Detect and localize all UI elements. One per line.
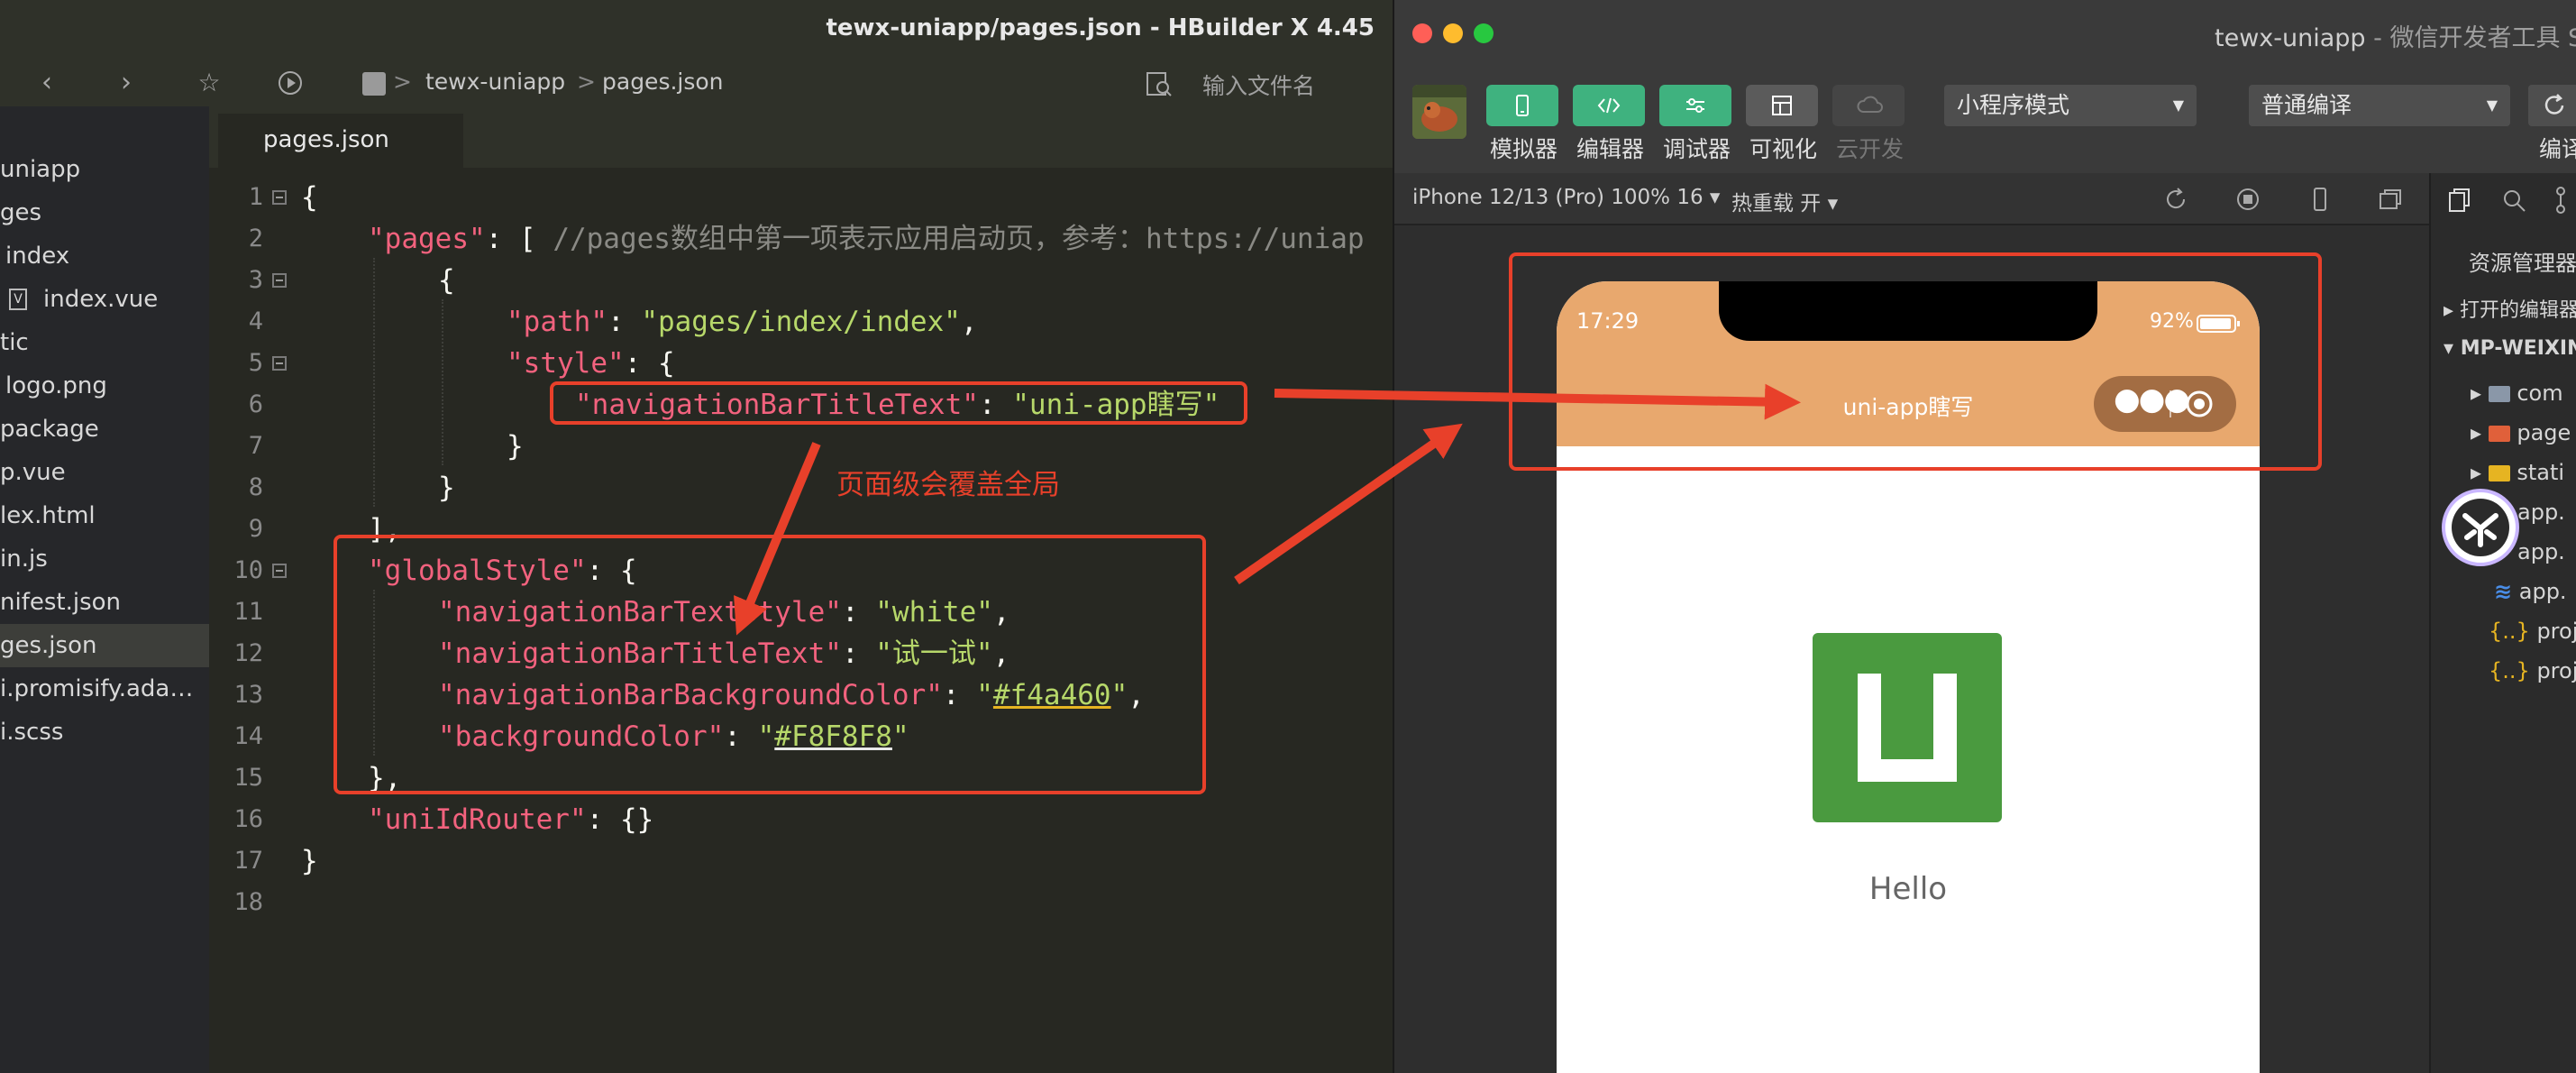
arrow-global-to-nav: [1234, 423, 1463, 585]
annotation-arrows: [734, 383, 1801, 636]
arrow-page-overrides-global: [734, 442, 821, 636]
arrow-to-nav-title: [1274, 383, 1801, 420]
